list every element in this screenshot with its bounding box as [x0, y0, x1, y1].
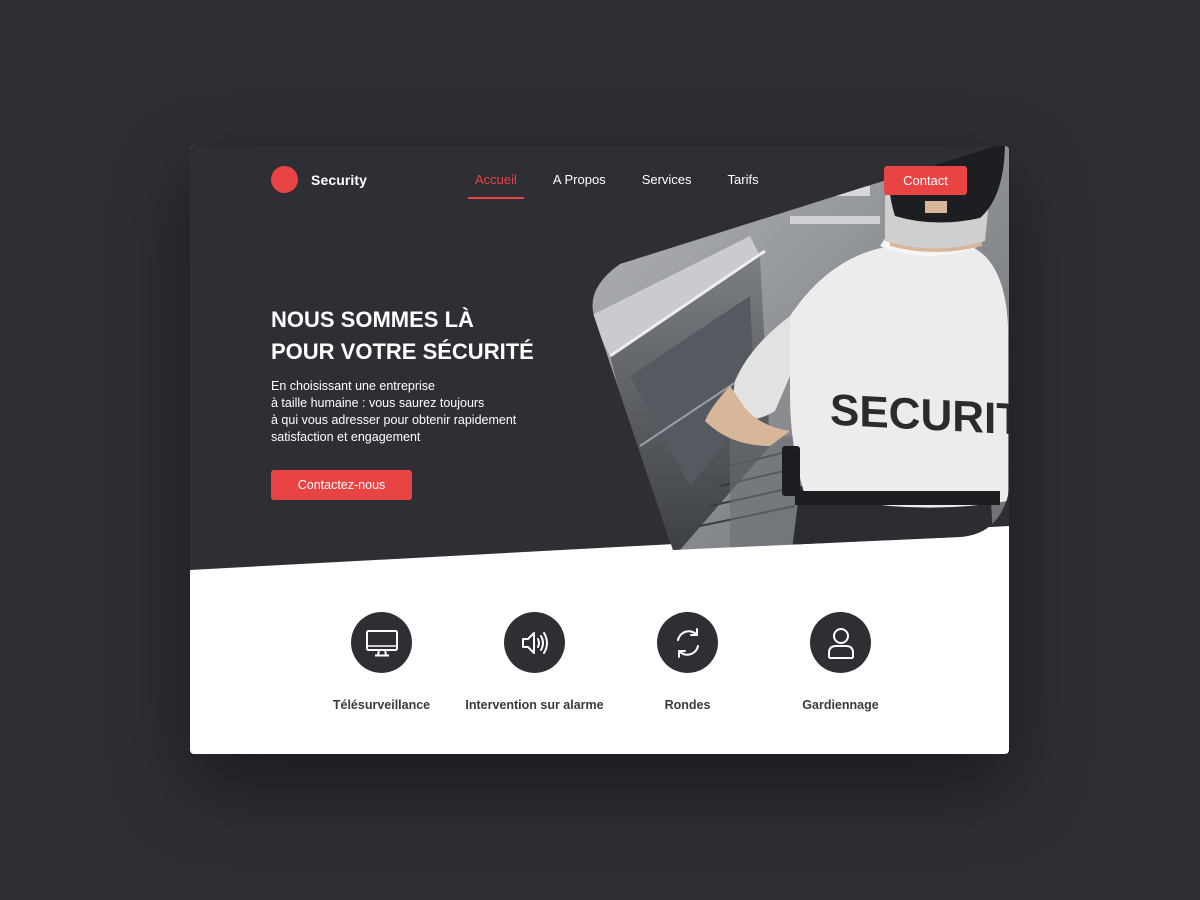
speaker-icon	[521, 631, 548, 654]
service-label: Gardiennage	[802, 698, 879, 712]
contact-button[interactable]: Contact	[884, 166, 967, 195]
nav-item-tarifs[interactable]: Tarifs	[721, 172, 766, 199]
hero-title-line: POUR VOTRE SÉCURITÉ	[271, 339, 534, 364]
hero-description-line: à qui vous adresser pour obtenir rapidem…	[271, 413, 517, 427]
contactez-nous-button[interactable]: Contactez-nous	[271, 470, 412, 500]
hero-description: En choisissant une entreprise à taille h…	[271, 378, 571, 446]
red-circle-icon	[271, 166, 298, 193]
refresh-icon	[676, 627, 699, 658]
service-icon-circle	[657, 612, 718, 673]
logo[interactable]: Security	[271, 166, 367, 193]
service-icon-circle	[351, 612, 412, 673]
service-label: Télésurveillance	[332, 698, 431, 712]
hero-title-line: NOUS SOMMES LÀ	[271, 307, 474, 332]
service-icon-circle	[810, 612, 871, 673]
landing-card: SECURITY Security Accueil A Propos Servi…	[190, 146, 1009, 754]
service-rondes[interactable]: Rondes	[611, 612, 764, 712]
brand-name: Security	[311, 171, 368, 188]
hero-title: NOUS SOMMES LÀ POUR VOTRE SÉCURITÉ	[271, 304, 534, 368]
hero-description-line: satisfaction et engagement	[271, 430, 421, 444]
monitor-icon	[365, 629, 398, 656]
service-label: Rondes	[664, 698, 711, 712]
nav-item-accueil[interactable]: Accueil	[468, 172, 524, 199]
service-intervention-alarme[interactable]: Intervention sur alarme	[458, 612, 611, 712]
service-label: Intervention sur alarme	[465, 698, 604, 712]
services-row: Télésurveillance Intervention sur alarme	[305, 612, 995, 712]
nav-item-services[interactable]: Services	[635, 172, 699, 199]
user-icon	[827, 627, 854, 659]
nav-item-a-propos[interactable]: A Propos	[546, 172, 613, 199]
hero-description-line: à taille humaine : vous saurez toujours	[271, 396, 485, 410]
hero-description-line: En choisissant une entreprise	[271, 379, 435, 393]
service-gardiennage[interactable]: Gardiennage	[764, 612, 917, 712]
service-icon-circle	[504, 612, 565, 673]
service-telesurveillance[interactable]: Télésurveillance	[305, 612, 458, 712]
main-nav: Accueil A Propos Services Tarifs	[468, 172, 766, 199]
